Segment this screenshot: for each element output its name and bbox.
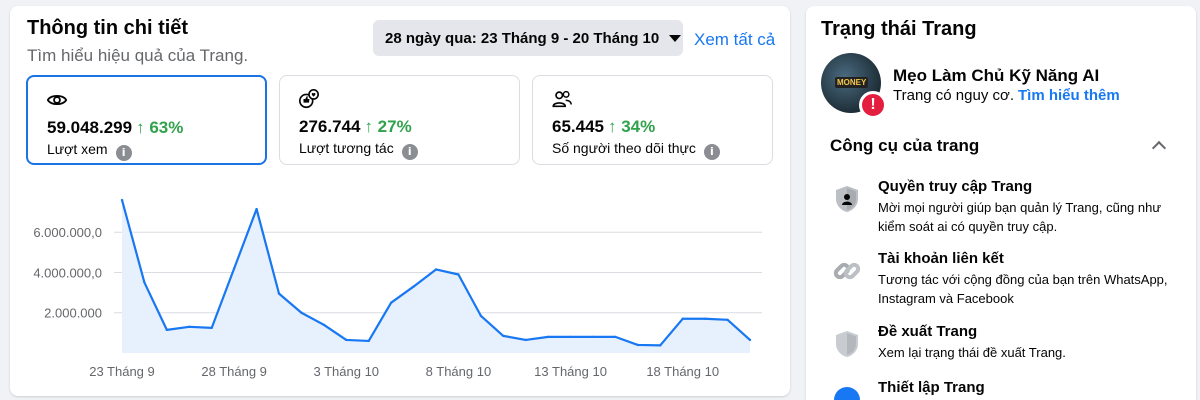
data-point (659, 344, 662, 347)
data-point (165, 328, 169, 332)
learn-more-link[interactable]: Tìm hiểu thêm (1018, 87, 1120, 104)
data-point (412, 285, 415, 288)
metric-value: 65.445 ↑ 34% (552, 117, 655, 137)
caret-down-icon (669, 34, 682, 42)
data-point (524, 338, 527, 342)
info-icon[interactable]: i (401, 144, 418, 160)
insights-subtitle: Tìm hiểu hiệu quả của Trang. (27, 46, 249, 65)
data-point (188, 325, 191, 329)
metric-number: 276.744 (299, 117, 361, 136)
reactions-icon (299, 89, 319, 109)
shield-person-icon (836, 186, 858, 212)
data-point (277, 292, 281, 295)
metric-value: 276.744 ↑ 27% (299, 117, 412, 137)
metric-card-views[interactable]: 59.048.299 ↑ 63% Lượt xem i (26, 75, 267, 165)
info-icon[interactable]: i (703, 144, 720, 160)
x-tick-label: 18 Tháng 10 (646, 364, 719, 379)
data-point (120, 198, 124, 202)
data-point (681, 317, 684, 320)
y-tick-label: 2.000.000 (44, 306, 102, 321)
x-tick-label: 23 Tháng 9 (89, 364, 155, 379)
tool-description: Tương tác với cộng đồng của bạn trên Wha… (878, 272, 1168, 306)
warning-icon: ! (859, 91, 887, 119)
metric-label-row: Lượt tương tác i (299, 140, 418, 160)
page-status-card: Trạng thái Trang MONEY ! Mẹo Làm Chủ Kỹ … (806, 6, 1196, 400)
chevron-up-icon[interactable] (1151, 140, 1167, 156)
page-status-text: Trang có nguy cơ. (893, 87, 1015, 104)
eye-icon (46, 94, 68, 106)
data-point (748, 338, 752, 342)
data-point (479, 314, 483, 317)
metric-label: Lượt xem (47, 141, 108, 157)
data-point (546, 335, 550, 339)
metric-delta: ↑ 63% (136, 118, 184, 137)
see-all-link[interactable]: Xem tất cả (694, 30, 775, 50)
data-point (434, 268, 438, 271)
data-point (569, 335, 572, 339)
tools-heading: Công cụ của trang (830, 136, 980, 155)
insights-title: Thông tin chi tiết (27, 17, 189, 39)
data-point (232, 267, 236, 270)
x-tick-label: 13 Tháng 10 (534, 364, 607, 379)
data-point (210, 326, 213, 330)
metric-label-row: Lượt xem i (47, 141, 132, 161)
metric-number: 59.048.299 (47, 118, 133, 137)
data-point (143, 281, 146, 284)
data-point (457, 273, 460, 276)
tool-name: Đề xuất Trang (878, 323, 978, 340)
area-fill (122, 200, 750, 353)
y-tick-label: 6.000.000,0 (33, 225, 102, 240)
page-setup-icon (834, 387, 860, 400)
y-tick-label: 4.000.000,0 (33, 265, 102, 280)
date-range-label: 28 ngày qua: 23 Tháng 9 - 20 Tháng 10 (385, 29, 660, 47)
date-range-dropdown[interactable]: 28 ngày qua: 23 Tháng 9 - 20 Tháng 10 (373, 20, 683, 56)
views-area-chart[interactable]: 2.000.000 4.000.000,0 6.000.000,0 23 Tháng … (10, 186, 790, 396)
metric-value: 59.048.299 ↑ 63% (47, 118, 183, 138)
data-point (614, 335, 617, 339)
data-point (502, 334, 505, 338)
shield-icon (836, 331, 858, 357)
metric-number: 65.445 (552, 117, 604, 136)
tool-description: Mời mọi người giúp bạn quản lý Trang, cũ… (878, 200, 1162, 234)
metric-label-row: Số người theo dõi thực i (552, 140, 720, 160)
data-point (255, 207, 258, 211)
data-point (300, 311, 303, 314)
link-chain-icon (833, 262, 861, 280)
page-status-title: Trạng thái Trang (821, 18, 977, 40)
people-icon (552, 90, 572, 108)
metric-card-followers[interactable]: 65.445 ↑ 34% Số người theo dõi thực i (532, 75, 773, 165)
data-point (726, 318, 729, 321)
tool-description: Xem lại trạng thái đề xuất Trang. (878, 345, 1066, 360)
insights-card: Thông tin chi tiết Tìm hiểu hiệu quả của… (10, 6, 790, 396)
metric-delta: ↑ 34% (608, 117, 656, 136)
data-point (345, 338, 348, 342)
data-point (322, 323, 326, 327)
tool-name: Thiết lập Trang (878, 379, 985, 396)
data-point (367, 339, 370, 343)
metric-card-interactions[interactable]: 276.744 ↑ 27% Lượt tương tác i (279, 75, 520, 165)
x-tick-label: 3 Tháng 10 (314, 364, 380, 379)
data-point (636, 343, 640, 347)
metric-delta: ↑ 27% (364, 117, 412, 136)
tool-name: Tài khoản liên kết (878, 250, 1004, 267)
data-point (591, 335, 595, 339)
info-icon[interactable]: i (115, 145, 132, 161)
metric-label: Lượt tương tác (299, 140, 394, 156)
x-tick-label: 28 Tháng 9 (201, 364, 267, 379)
page-name[interactable]: Mẹo Làm Chủ Kỹ Năng AI (893, 66, 1099, 86)
tool-name: Quyền truy cập Trang (878, 178, 1033, 195)
x-tick-label: 8 Tháng 10 (426, 364, 492, 379)
data-point (389, 301, 393, 304)
data-point (703, 317, 707, 320)
metric-label: Số người theo dõi thực (552, 140, 696, 156)
avatar-logo-text: MONEY (835, 77, 869, 88)
page-status-row: Trang có nguy cơ. Tìm hiểu thêm (893, 87, 1120, 104)
